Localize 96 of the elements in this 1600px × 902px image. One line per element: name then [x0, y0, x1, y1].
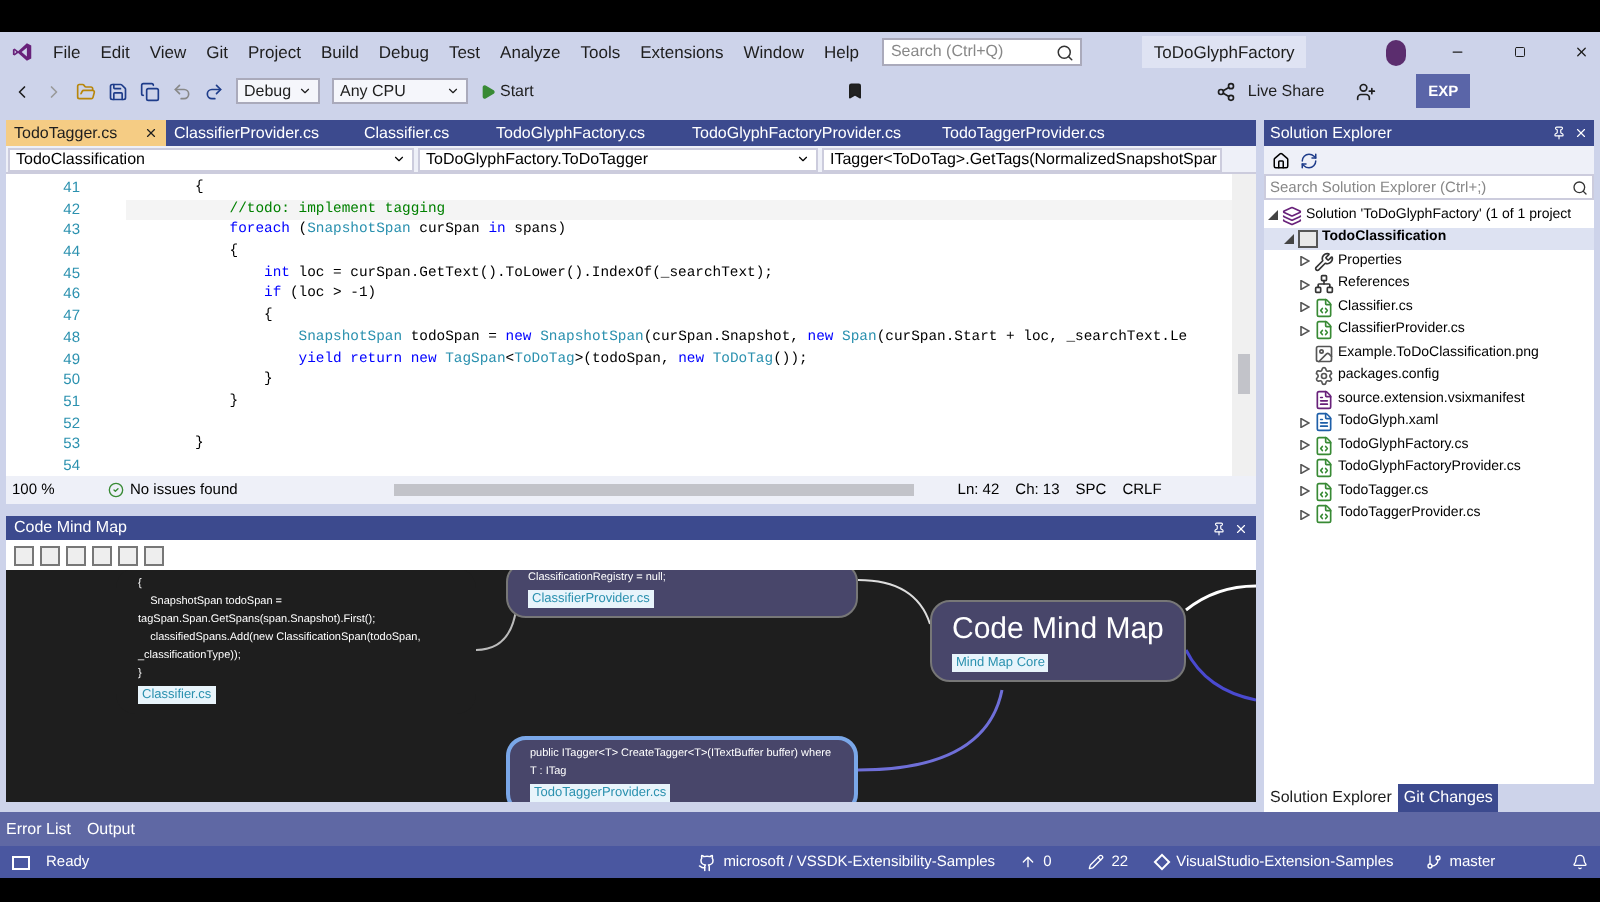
expand-icon[interactable] [1299, 463, 1309, 474]
menu-item[interactable]: Debug [378, 39, 429, 65]
navigation-dropdown[interactable]: ToDoGlyphFactory.ToDoTagger [418, 147, 818, 171]
menu-item[interactable]: Build [320, 39, 359, 65]
caret-icon [298, 84, 312, 98]
expand-icon[interactable] [1299, 417, 1309, 428]
csharp-project-icon [1298, 229, 1318, 248]
config-file-icon [1314, 366, 1334, 387]
panel-title: Code Mind Map [14, 516, 129, 540]
arrow-up-icon [1019, 854, 1036, 870]
caret-icon [796, 152, 810, 166]
share-icon[interactable] [1215, 81, 1236, 101]
csharp-file-icon [1314, 320, 1334, 341]
document-tab[interactable]: TodoTaggerProvider.cs [934, 120, 1184, 146]
branch-icon [1425, 854, 1442, 870]
expand-icon[interactable] [1299, 302, 1309, 313]
menu-item[interactable]: View [149, 39, 187, 65]
avatar[interactable] [1386, 39, 1407, 65]
configuration-dropdown[interactable]: Debug [236, 78, 320, 104]
menu-item[interactable]: File [53, 39, 81, 65]
csharp-file-icon [1314, 481, 1334, 502]
refresh-icon[interactable] [1300, 151, 1318, 169]
expand-icon[interactable] [1299, 509, 1309, 520]
expand-icon[interactable] [1299, 486, 1309, 497]
expand-icon[interactable] [1299, 279, 1309, 290]
menu-item[interactable]: Edit [100, 39, 130, 65]
manifest-file-icon [1314, 389, 1334, 410]
horizontal-scrollbar[interactable] [393, 484, 914, 496]
csharp-file-icon [1314, 504, 1334, 525]
status-icon [12, 855, 30, 869]
expand-icon[interactable] [1299, 256, 1309, 267]
platform-dropdown[interactable]: Any CPU [332, 78, 468, 104]
xaml-file-icon [1314, 412, 1334, 433]
notification-icon[interactable] [1572, 854, 1588, 870]
node-title: Code Mind Map [952, 610, 1164, 650]
bookmark-icon[interactable] [845, 82, 864, 100]
maximize-icon[interactable] [1513, 44, 1526, 60]
caret-icon [392, 152, 406, 166]
github-icon [697, 853, 716, 871]
play-icon [480, 83, 496, 99]
references-icon [1314, 274, 1334, 295]
vertical-scrollbar[interactable] [1232, 174, 1256, 476]
expand-icon[interactable] [1299, 440, 1309, 451]
app-logo-icon [12, 38, 33, 66]
connector-line [1185, 584, 1256, 612]
expand-icon[interactable] [1299, 325, 1309, 336]
search-icon [1572, 179, 1588, 195]
document-tab[interactable]: TodoGlyphFactory.cs [488, 120, 684, 146]
document-tab[interactable]: ClassifierProvider.cs [166, 120, 356, 146]
pin-icon[interactable] [1552, 126, 1566, 140]
live-share-label[interactable]: Live Share [1247, 79, 1325, 103]
check-icon [108, 482, 124, 498]
save-all-icon[interactable] [140, 81, 160, 101]
collapse-icon[interactable] [1267, 210, 1277, 221]
panel-tab[interactable]: Git Changes [1397, 784, 1499, 812]
project-icon [1153, 853, 1171, 871]
csharp-file-icon [1314, 435, 1334, 456]
close-icon[interactable] [144, 126, 158, 140]
menu-item[interactable]: Extensions [640, 39, 724, 65]
image-file-icon [1314, 343, 1334, 364]
search-icon [1055, 43, 1074, 61]
connector-line [857, 579, 931, 625]
connector-line [1184, 649, 1256, 702]
document-tab[interactable]: Classifier.cs [356, 120, 488, 146]
pin-icon[interactable] [1212, 521, 1226, 535]
panel-tab[interactable]: Error List [6, 817, 71, 841]
menu-item[interactable]: Help [823, 39, 859, 65]
start-button[interactable]: Start [480, 79, 534, 103]
search-field[interactable]: Search (Ctrl+Q) [882, 38, 1082, 66]
document-tab[interactable]: TodoTagger.cs [6, 120, 166, 146]
redo-icon[interactable] [204, 81, 224, 101]
panel-tab[interactable]: Solution Explorer [1264, 784, 1398, 812]
collapse-icon[interactable] [1283, 233, 1293, 244]
csharp-file-icon [1314, 297, 1334, 318]
menu-item[interactable]: Tools [580, 39, 621, 65]
save-icon[interactable] [108, 81, 128, 101]
caret-icon [446, 84, 460, 98]
document-tab[interactable]: TodoGlyphFactoryProvider.cs [684, 120, 934, 146]
person-icon[interactable] [1356, 81, 1377, 101]
solution-name: ToDoGlyphFactory [1141, 35, 1307, 69]
menu-item[interactable]: Git [206, 39, 229, 65]
menu-item[interactable]: Window [743, 39, 804, 65]
navigation-dropdown[interactable]: ITagger<ToDoTag>.GetTags(NormalizedSnapshotSpar [822, 147, 1222, 171]
navigation-dropdown[interactable]: TodoClassification [8, 147, 414, 171]
panel-title: Solution Explorer [1270, 121, 1394, 145]
solution-icon [1282, 205, 1302, 226]
wrench-icon [1314, 251, 1334, 272]
menu-item[interactable]: Project [248, 39, 301, 65]
mind-map-canvas[interactable] [6, 570, 1256, 802]
pencil-icon [1087, 854, 1104, 870]
home-icon[interactable] [1272, 151, 1290, 169]
csharp-file-icon [1314, 458, 1334, 479]
close-icon[interactable] [1573, 42, 1589, 62]
panel-tab[interactable]: Output [86, 817, 135, 841]
menu-item[interactable]: Test [448, 39, 481, 65]
menu-item[interactable]: Analyze [500, 39, 561, 65]
